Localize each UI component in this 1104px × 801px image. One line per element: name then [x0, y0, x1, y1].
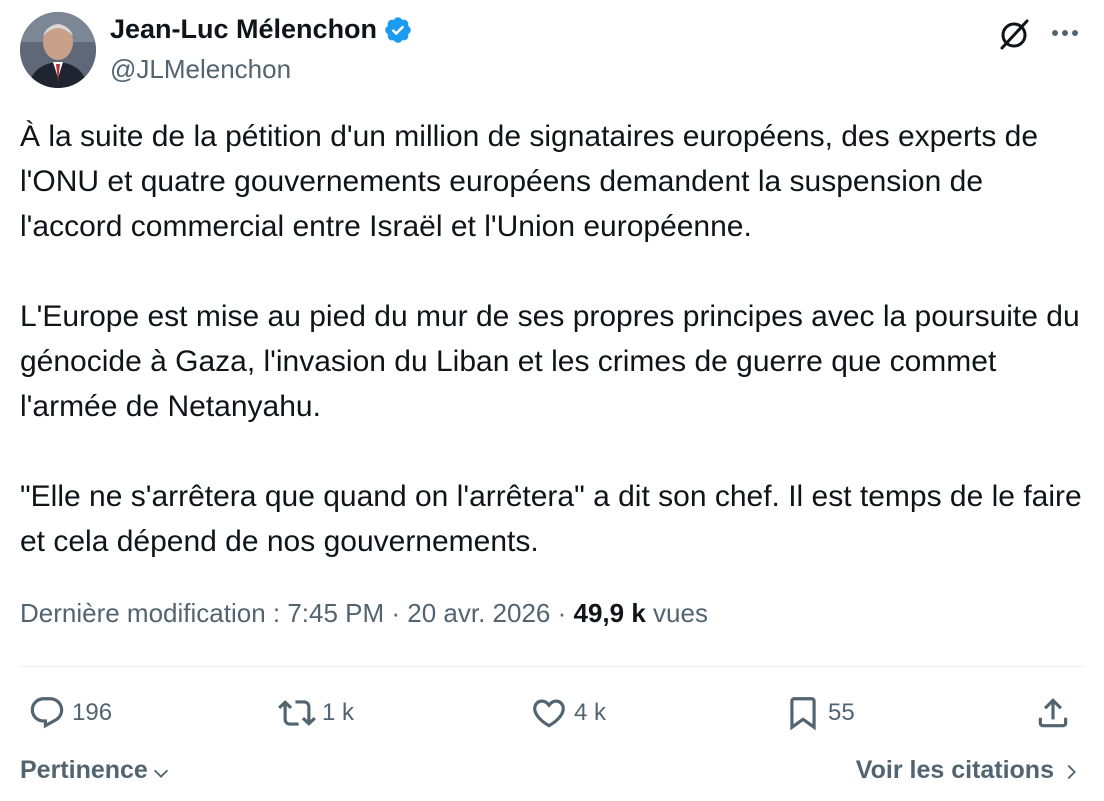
grok-button[interactable]: [996, 16, 1032, 52]
reply-count: 196: [72, 699, 113, 726]
avatar-image: [20, 12, 96, 88]
bookmark-count: 55: [828, 699, 855, 726]
tweet-paragraph: L'Europe est mise au pied du mur de ses …: [20, 300, 1080, 423]
view-quotes-link[interactable]: Voir les citations: [856, 756, 1082, 785]
share-upload-icon: [1038, 698, 1068, 728]
like-button[interactable]: 4 k: [530, 690, 606, 736]
tweet-paragraph: À la suite de la pétition d'un million d…: [20, 120, 1039, 243]
avatar[interactable]: [20, 12, 96, 88]
heart-icon: [533, 699, 565, 728]
bookmark-button[interactable]: 55: [784, 690, 855, 736]
repost-count: 1 k: [322, 699, 355, 726]
tweet-meta: Dernière modification : 7:45 PM · 20 avr…: [20, 598, 708, 629]
views-count: 49,9 k: [573, 598, 646, 628]
chevron-down-icon: [153, 769, 168, 778]
tweet-paragraph: "Elle ne s'arrêtera que quand on l'arrêt…: [20, 480, 1082, 558]
author-handle[interactable]: @JLMelenchon: [110, 54, 291, 85]
speech-bubble-icon: [30, 697, 64, 729]
tweet-text: À la suite de la pétition d'un million d…: [20, 114, 1086, 564]
sort-dropdown[interactable]: Pertinence: [20, 756, 172, 785]
repost-button[interactable]: 1 k: [278, 690, 354, 736]
chevron-right-icon: [1067, 764, 1076, 779]
more-dots-icon: [1052, 30, 1078, 36]
author-name[interactable]: Jean-Luc Mélenchon: [110, 14, 377, 45]
view-quotes-label: Voir les citations: [855, 756, 1054, 784]
author-name-row[interactable]: Jean-Luc Mélenchon: [110, 14, 413, 45]
verified-badge-icon[interactable]: [383, 15, 413, 45]
divider: [20, 666, 1084, 667]
slashed-circle-icon: [1000, 19, 1029, 50]
share-button[interactable]: [1034, 690, 1072, 736]
sort-label: Pertinence: [20, 756, 148, 784]
reply-button[interactable]: 196: [28, 690, 112, 736]
views-label: vues: [653, 598, 708, 628]
repost-arrows-icon: [278, 700, 316, 726]
more-options-button[interactable]: [1046, 16, 1084, 52]
like-count: 4 k: [574, 699, 607, 726]
bookmark-icon: [790, 697, 816, 731]
edited-timestamp[interactable]: Dernière modification : 7:45 PM · 20 avr…: [20, 598, 566, 628]
